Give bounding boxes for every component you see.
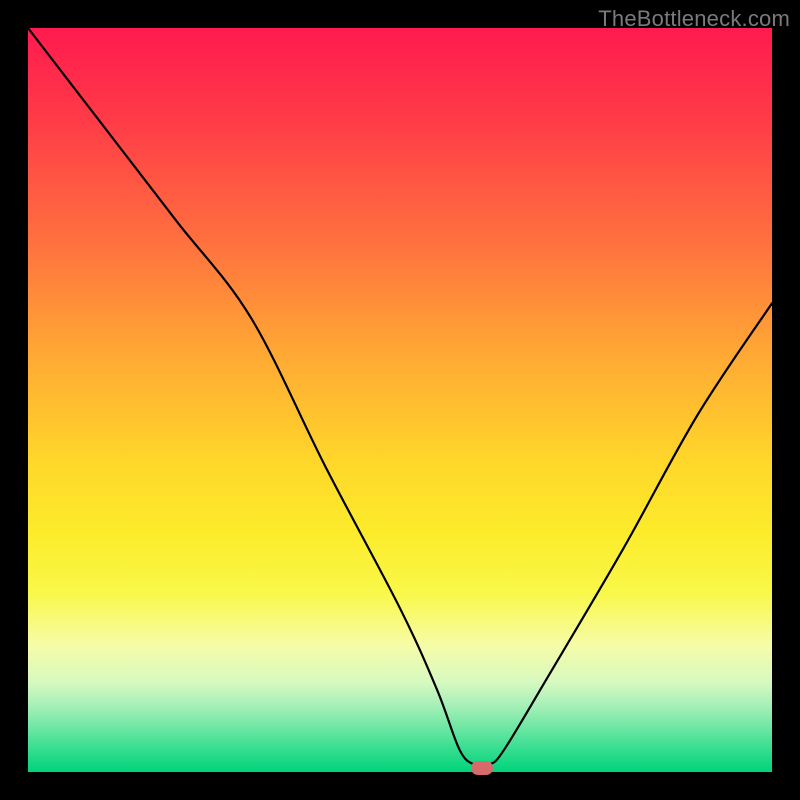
bottleneck-curve-line	[28, 28, 772, 772]
chart-frame: TheBottleneck.com	[0, 0, 800, 800]
optimal-point-marker	[471, 761, 493, 775]
plot-area	[28, 28, 772, 772]
curve-path	[28, 28, 772, 766]
